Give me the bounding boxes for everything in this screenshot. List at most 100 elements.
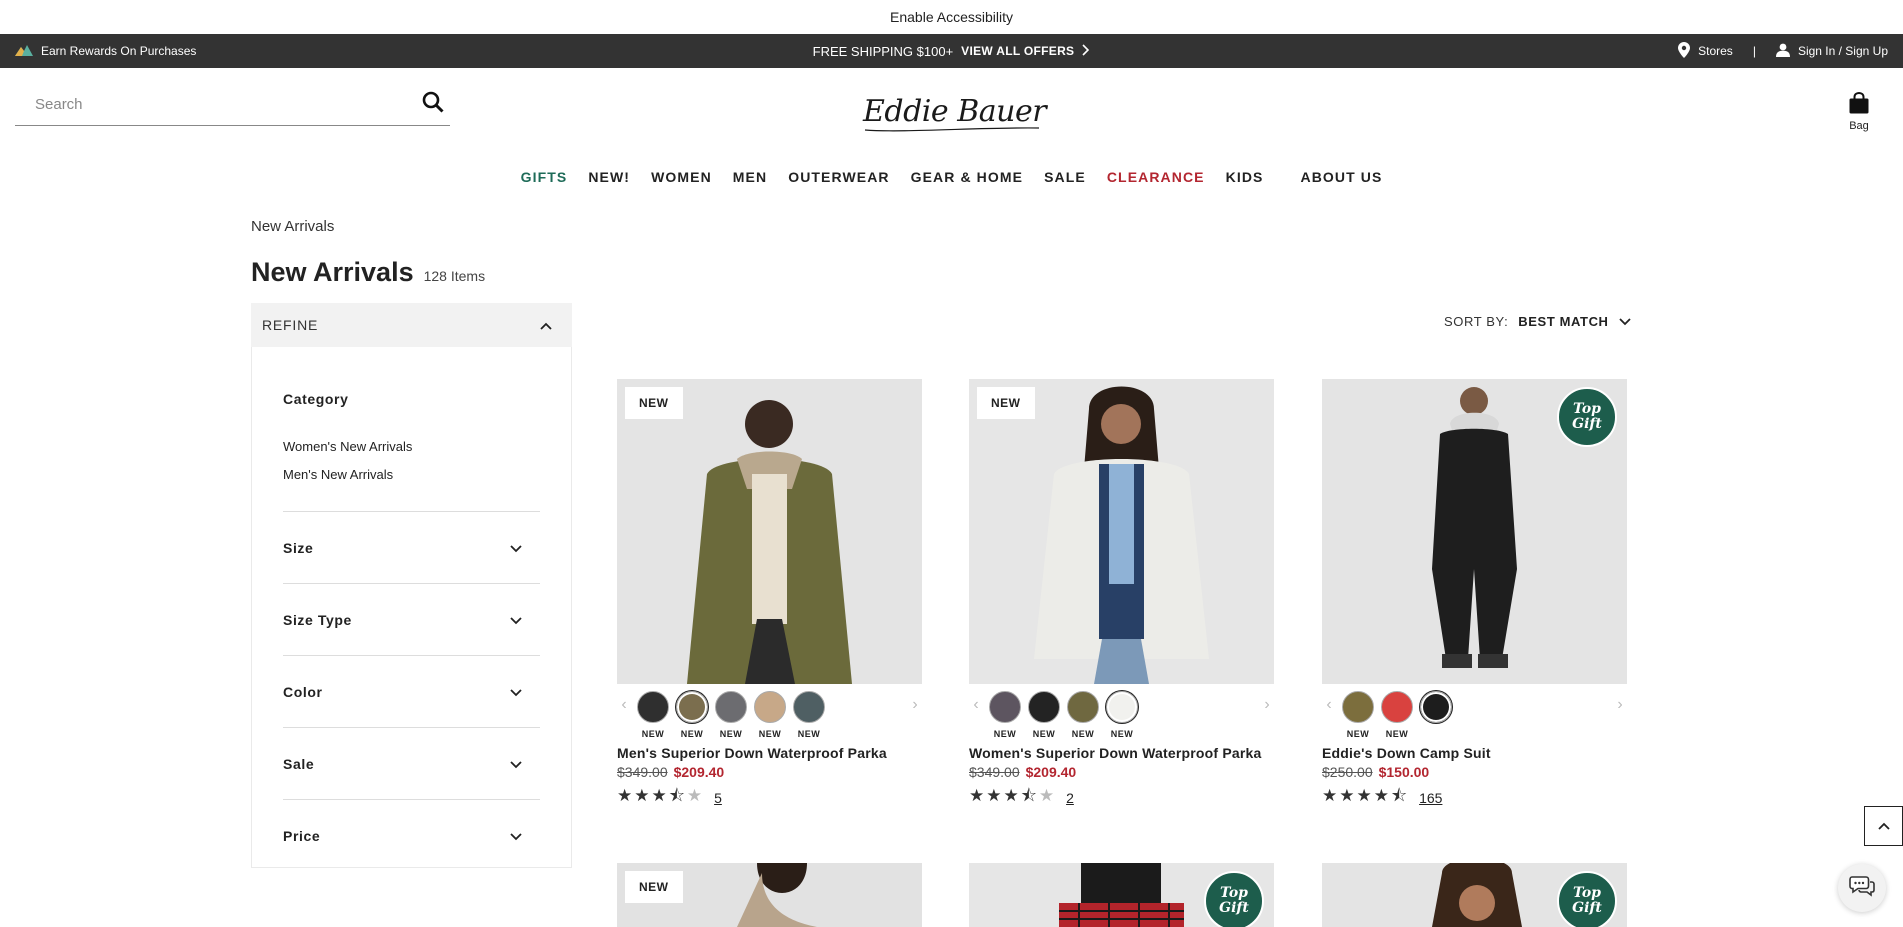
breadcrumb[interactable]: New Arrivals (251, 218, 334, 235)
product-card[interactable]: NEW (617, 863, 922, 927)
eddie-bauer-logo[interactable]: Eddie Bauer (863, 94, 1047, 132)
color-swatches: ‹ NEW NEW › (1322, 691, 1627, 739)
item-count: 128 Items (423, 268, 486, 284)
chevron-right-icon[interactable] (1082, 43, 1090, 59)
bag-label: Bag (1849, 120, 1869, 132)
top-gift-label: Top Gift (1572, 401, 1602, 432)
product-card[interactable]: NEW ‹ NEW NEW NEW NEW NEW › Men's Superi… (617, 379, 922, 812)
swatch[interactable]: NEW (1106, 691, 1138, 739)
product-card[interactable]: NEW ‹ NEW NEW NEW NEW › Women's Superior… (969, 379, 1274, 812)
swatch[interactable]: NEW (793, 691, 825, 739)
rewards-link[interactable]: Earn Rewards On Purchases (15, 44, 196, 59)
nav-item-gear-home[interactable]: GEAR & HOME (911, 169, 1023, 185)
new-badge: NEW (625, 871, 683, 903)
product-image[interactable]: Top Gift (1322, 379, 1627, 684)
nav-item-new[interactable]: NEW! (588, 169, 630, 185)
review-count-link[interactable]: 5 (714, 790, 722, 806)
nav-item-about-us[interactable]: ABOUT US (1300, 169, 1382, 185)
swatch-list: NEW NEW NEW NEW NEW (631, 691, 908, 739)
swatch-list: NEW NEW NEW NEW (983, 691, 1260, 739)
shipping-label: FREE SHIPPING $100+ (812, 43, 954, 59)
swatch[interactable]: NEW (1342, 691, 1374, 739)
logo-underline-icon (864, 127, 1040, 132)
swatch[interactable]: NEW (754, 691, 786, 739)
review-count-link[interactable]: 165 (1419, 790, 1442, 806)
chevron-left-icon[interactable]: ‹ (969, 696, 983, 714)
product-image[interactable]: NEW (969, 379, 1274, 684)
swatch[interactable]: NEW (1028, 691, 1060, 739)
swatch-dot (989, 691, 1021, 723)
swatch[interactable] (1420, 691, 1452, 739)
nav-item-gifts[interactable]: GIFTS (521, 169, 568, 185)
nav-item-men[interactable]: MEN (733, 169, 767, 185)
chevron-left-icon[interactable]: ‹ (617, 696, 631, 714)
swatch[interactable]: NEW (637, 691, 669, 739)
review-count-link[interactable]: 2 (1066, 790, 1074, 806)
swatch[interactable]: NEW (1381, 691, 1413, 739)
swatch[interactable]: NEW (989, 691, 1021, 739)
top-gift-label: Top Gift (1572, 885, 1602, 916)
chevron-left-icon[interactable]: ‹ (1322, 696, 1336, 714)
new-badge: NEW (977, 387, 1035, 419)
star-rating-icon: ★★★★⯪ (1322, 786, 1410, 805)
chevron-right-icon[interactable]: › (1260, 696, 1274, 714)
enable-accessibility-link[interactable]: Enable Accessibility (0, 0, 1903, 34)
swatch-dot-selected (1420, 691, 1452, 723)
facet-sale[interactable]: Sale (283, 728, 540, 800)
swatch-label: NEW (797, 729, 821, 739)
location-pin-icon (1678, 41, 1691, 61)
swatch-label: NEW (641, 729, 665, 739)
product-name[interactable]: Women's Superior Down Waterproof Parka (969, 745, 1274, 761)
sort-control[interactable]: SORT BY: BEST MATCH (1444, 314, 1631, 329)
star-rating-icon: ★★★⯪★ (617, 786, 705, 805)
product-price: $349.00 $209.40 (969, 764, 1274, 780)
page-title-row: New Arrivals 128 Items (251, 257, 485, 288)
chat-bubble-icon (1849, 875, 1875, 902)
category-mens-new-arrivals[interactable]: Men's New Arrivals (283, 461, 540, 489)
facet-size-type[interactable]: Size Type (283, 584, 540, 656)
bag-button[interactable]: Bag (1848, 91, 1870, 132)
chevron-down-icon (1618, 314, 1631, 329)
product-name[interactable]: Eddie's Down Camp Suit (1322, 745, 1627, 761)
page-title: New Arrivals (251, 257, 414, 287)
product-rating: ★★★⯪★ 2 (969, 783, 1274, 812)
facet-price[interactable]: Price (283, 800, 540, 872)
nav-item-outerwear[interactable]: OUTERWEAR (788, 169, 889, 185)
facet-size[interactable]: Size (283, 512, 540, 584)
stores-link[interactable]: Stores (1678, 41, 1733, 61)
product-card[interactable]: Top Gift ‹ NEW NEW › Eddie's Down Camp S… (1322, 379, 1627, 812)
chevron-down-icon (510, 756, 522, 772)
swatch-dot (1028, 691, 1060, 723)
sign-in-link[interactable]: Sign In / Sign Up (1775, 43, 1888, 60)
nav-item-women[interactable]: WOMEN (651, 169, 712, 185)
product-name[interactable]: Men's Superior Down Waterproof Parka (617, 745, 922, 761)
original-price: $349.00 (617, 764, 668, 780)
chat-button[interactable] (1838, 864, 1886, 912)
search-icon[interactable] (422, 91, 444, 118)
stores-label: Stores (1698, 44, 1733, 58)
facet-label: Size Type (283, 611, 352, 628)
swatch-label: NEW (719, 729, 743, 739)
sign-in-label: Sign In / Sign Up (1797, 44, 1888, 58)
product-card[interactable]: Top Gift (1322, 863, 1627, 927)
chevron-down-icon (510, 612, 522, 628)
swatch[interactable]: NEW (715, 691, 747, 739)
refine-toggle[interactable]: REFINE (251, 303, 572, 347)
nav-item-clearance[interactable]: CLEARANCE (1107, 169, 1205, 185)
search-input[interactable] (35, 96, 422, 113)
swatch[interactable]: NEW (676, 691, 708, 739)
product-rating: ★★★★⯪ 165 (1322, 783, 1627, 812)
product-card[interactable]: Top Gift (969, 863, 1274, 927)
nav-item-kids[interactable]: KIDS (1226, 169, 1264, 185)
view-all-offers-link[interactable]: VIEW ALL OFFERS (961, 44, 1074, 58)
sort-label: SORT BY: (1444, 314, 1509, 329)
chevron-right-icon[interactable]: › (908, 696, 922, 714)
enable-accessibility-label: Enable Accessibility (890, 9, 1013, 25)
chevron-right-icon[interactable]: › (1613, 696, 1627, 714)
category-womens-new-arrivals[interactable]: Women's New Arrivals (283, 433, 540, 461)
nav-item-sale[interactable]: SALE (1044, 169, 1086, 185)
back-to-top-button[interactable] (1864, 806, 1903, 846)
facet-color[interactable]: Color (283, 656, 540, 728)
product-image[interactable]: NEW (617, 379, 922, 684)
swatch[interactable]: NEW (1067, 691, 1099, 739)
